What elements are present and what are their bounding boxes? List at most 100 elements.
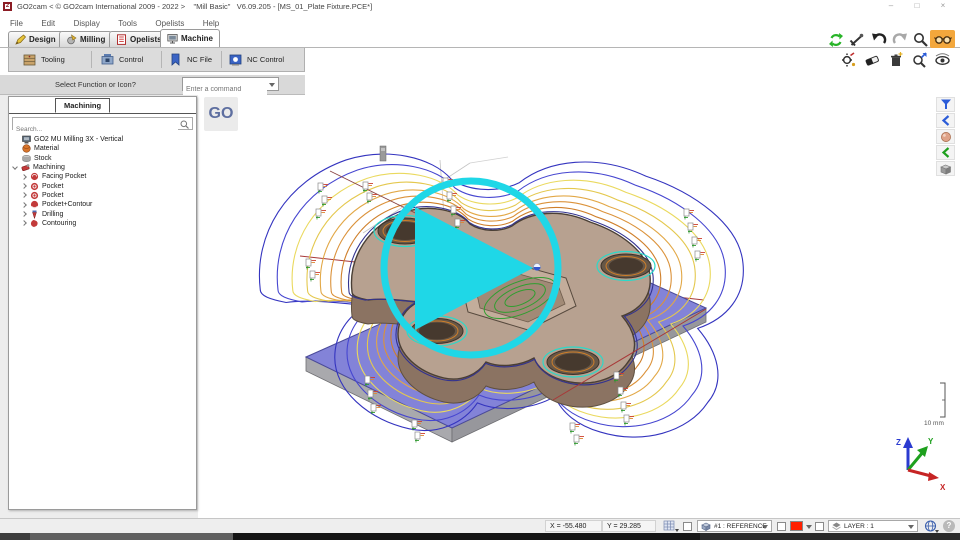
viewport-3d-scene[interactable]: 10 mm Z Y X: [198, 95, 960, 518]
collapse-left-green-button[interactable]: [936, 145, 955, 160]
tooling-button[interactable]: Tooling: [23, 50, 65, 69]
zoom-button[interactable]: [911, 31, 930, 49]
tree-item-pocket-2[interactable]: Pocket: [11, 191, 194, 200]
tree-item-material[interactable]: Material: [11, 144, 194, 153]
menu-opelists[interactable]: Opelists: [155, 19, 184, 28]
machining-tree: GO2 MU Milling 3X - Vertical Material St…: [11, 135, 194, 228]
tab-machine[interactable]: Machine: [160, 29, 220, 47]
stock-view-button[interactable]: [936, 161, 955, 176]
chevron-down-icon: [806, 525, 812, 529]
tab-milling[interactable]: Milling: [59, 31, 112, 47]
tab-opelists-label: Opelists: [130, 35, 162, 44]
layer-checkbox[interactable]: [815, 522, 824, 531]
help-button[interactable]: ?: [943, 520, 955, 532]
filter-icon: [940, 99, 952, 110]
bottom-segment: [700, 533, 960, 540]
zoom-fit-button[interactable]: [910, 51, 929, 69]
facing-pocket-icon: [30, 172, 39, 181]
grid-icon: [663, 520, 679, 533]
tab-design[interactable]: Design: [8, 31, 63, 47]
control-icon: [101, 53, 114, 66]
expand-icon[interactable]: [21, 202, 27, 208]
control-button[interactable]: Control: [101, 50, 143, 69]
filter-button[interactable]: [936, 97, 955, 112]
drilling-icon: [30, 210, 39, 219]
tab-machine-label: Machine: [181, 34, 213, 43]
globe-icon: [924, 520, 939, 533]
tree-item-facing-pocket[interactable]: Facing Pocket: [11, 172, 194, 181]
minimize-button[interactable]: –: [880, 0, 902, 12]
tree-item-pocket-contour[interactable]: Pocket+Contour: [11, 200, 194, 209]
glasses-icon: [934, 32, 952, 46]
tab-milling-label: Milling: [80, 35, 105, 44]
axis-y-label: Y: [928, 437, 934, 446]
layer-select[interactable]: LAYER : 1: [828, 520, 918, 532]
tree-item-label: Stock: [34, 155, 52, 162]
tree-item-stock[interactable]: Stock: [11, 154, 194, 163]
color-checkbox[interactable]: [777, 522, 786, 531]
tab-machining[interactable]: Machining: [55, 98, 110, 113]
tool-cylinder: [380, 146, 386, 161]
material-icon: [22, 144, 31, 153]
tree-item-label: GO2 MU Milling 3X - Vertical: [34, 136, 123, 143]
expand-icon[interactable]: [21, 193, 27, 199]
tree-item-label: Machining: [33, 164, 65, 171]
color-swatch-button[interactable]: [790, 521, 803, 533]
trash-sparkle-icon: [888, 52, 904, 68]
undo-button[interactable]: [869, 31, 888, 49]
collapse-icon[interactable]: [12, 164, 18, 170]
expand-icon[interactable]: [21, 183, 27, 189]
menu-display[interactable]: Display: [74, 19, 100, 28]
expand-icon[interactable]: [21, 220, 27, 226]
eraser-icon: [864, 52, 880, 68]
view-mode-button[interactable]: [930, 30, 955, 48]
view-rotate-button[interactable]: [933, 51, 952, 69]
cube-icon: [939, 163, 952, 175]
title-bar: 2 GO2cam < © GO2cam International 2009 -…: [0, 0, 960, 13]
expand-icon[interactable]: [21, 174, 27, 180]
search-input[interactable]: [13, 124, 178, 135]
redo-button[interactable]: [890, 31, 909, 49]
close-button[interactable]: ×: [932, 0, 954, 12]
menu-tools[interactable]: Tools: [118, 19, 137, 28]
command-bar: Select Function or Icon?: [0, 75, 305, 95]
tree-item-drilling[interactable]: Drilling: [11, 209, 194, 218]
tree-item-label: Facing Pocket: [42, 173, 86, 180]
tree-item-machining[interactable]: Machining: [11, 163, 194, 172]
expand-icon[interactable]: [21, 211, 27, 217]
layer-icon: [832, 522, 841, 531]
menu-file[interactable]: File: [10, 19, 23, 28]
machining-panel: Machining GO2 MU Milling 3X - Vertical M…: [8, 96, 197, 510]
delete-all-button[interactable]: [886, 51, 905, 69]
collapse-left-blue-button[interactable]: [936, 113, 955, 128]
tree-item-label: Material: [34, 145, 59, 152]
nc-file-button[interactable]: NC File: [169, 50, 212, 69]
zoom-fit-icon: [912, 52, 928, 68]
regenerate-button[interactable]: [826, 31, 845, 49]
command-combo[interactable]: [182, 77, 279, 91]
chevron-down-icon[interactable]: [269, 83, 275, 87]
tree-item-machine[interactable]: GO2 MU Milling 3X - Vertical: [11, 135, 194, 144]
tree-search[interactable]: [12, 117, 193, 130]
menu-edit[interactable]: Edit: [41, 19, 55, 28]
reference-cube-icon: [701, 522, 711, 531]
layer-value: LAYER : 1: [844, 523, 874, 530]
chevron-left-green-icon: [941, 147, 951, 158]
maximize-button[interactable]: □: [906, 0, 928, 12]
shaded-view-button[interactable]: [936, 129, 955, 144]
measure-button[interactable]: [847, 31, 866, 49]
tree-item-pocket-1[interactable]: Pocket: [11, 181, 194, 190]
settings-tools-button[interactable]: [838, 51, 857, 69]
tooling-label: Tooling: [41, 55, 65, 64]
erase-button[interactable]: [862, 51, 881, 69]
stock-icon: [22, 154, 31, 163]
menu-help[interactable]: Help: [203, 19, 219, 28]
pocket-contour-icon: [30, 200, 39, 209]
nc-control-button[interactable]: NC Control: [229, 50, 284, 69]
machining-icon: [21, 163, 30, 172]
axis-x-label: X: [940, 483, 946, 492]
reference-checkbox[interactable]: [683, 522, 692, 531]
reference-select[interactable]: #1 : REFERENCE: [697, 520, 772, 532]
command-input[interactable]: [183, 84, 267, 96]
tree-item-contouring[interactable]: Contouring: [11, 219, 194, 228]
